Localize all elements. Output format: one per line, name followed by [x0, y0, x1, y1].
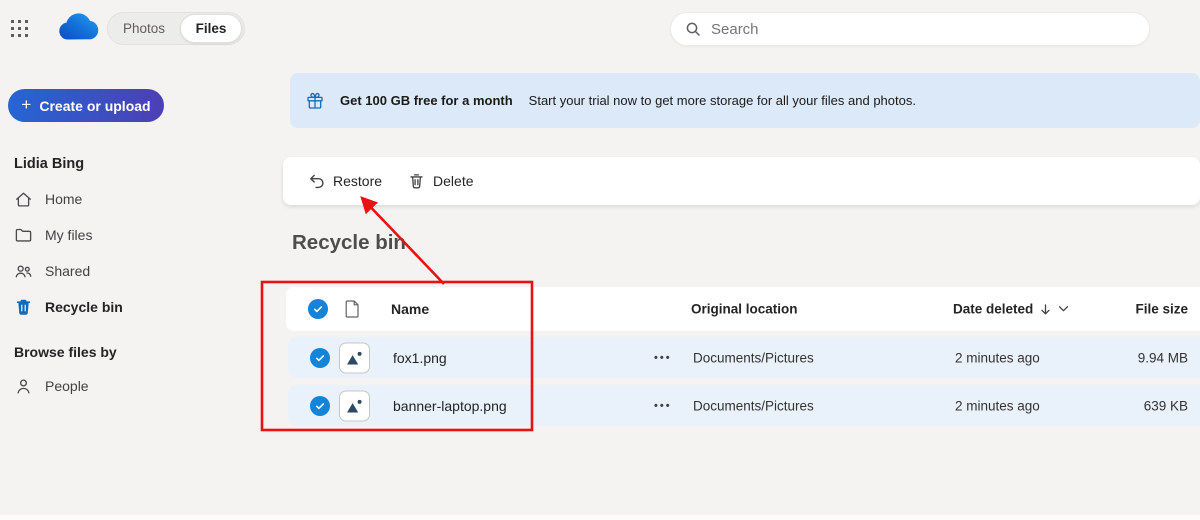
page-title: Recycle bin: [292, 231, 406, 254]
storage-promo-banner[interactable]: Get 100 GB free for a month Start your t…: [290, 73, 1200, 128]
original-location: Documents/Pictures: [693, 350, 814, 365]
delete-button[interactable]: Delete: [398, 166, 483, 196]
row-checkbox[interactable]: [310, 395, 330, 416]
search-bar[interactable]: [670, 12, 1150, 46]
select-all-checkbox[interactable]: [308, 299, 328, 319]
more-options-button[interactable]: •••: [654, 352, 672, 364]
sort-descending-icon: [1041, 303, 1050, 314]
date-deleted: 2 minutes ago: [955, 350, 1040, 365]
file-name[interactable]: banner-laptop.png: [393, 398, 507, 414]
folder-icon: [15, 228, 32, 242]
trash-icon: [410, 174, 423, 189]
restore-button[interactable]: Restore: [297, 166, 392, 196]
sidebar-item-shared[interactable]: Shared: [8, 257, 238, 285]
toggle-photos[interactable]: Photos: [108, 21, 180, 36]
sidebar-item-home[interactable]: Home: [8, 185, 238, 213]
column-header-file-size[interactable]: File size: [1135, 302, 1188, 317]
onedrive-logo-icon[interactable]: [56, 12, 100, 49]
file-type-column-icon[interactable]: [345, 300, 360, 319]
sidebar-item-recycle-bin[interactable]: Recycle bin: [8, 293, 238, 321]
search-input[interactable]: [711, 20, 1135, 38]
app-launcher-icon[interactable]: [11, 20, 31, 40]
table-header-row: Name Original location Date deleted File…: [286, 287, 1200, 331]
image-file-icon: [339, 342, 370, 373]
banner-subtitle: Start your trial now to get more storage…: [528, 93, 916, 108]
restore-icon: [310, 174, 324, 189]
file-size: 9.94 MB: [1137, 350, 1188, 365]
table-row-banner-laptop[interactable]: banner-laptop.png ••• Documents/Pictures…: [288, 385, 1200, 426]
toggle-files[interactable]: Files: [180, 14, 242, 43]
banner-title: Get 100 GB free for a month: [340, 93, 513, 108]
row-checkbox[interactable]: [310, 347, 330, 368]
window-bottom-edge: [0, 515, 1200, 520]
checkmark-icon: [313, 306, 323, 313]
checkmark-icon: [315, 354, 325, 361]
table-row-fox1[interactable]: fox1.png ••• Documents/Pictures 2 minute…: [288, 337, 1200, 378]
recycle-bin-icon: [16, 299, 31, 315]
user-name-label: Lidia Bing: [14, 156, 85, 172]
more-options-button[interactable]: •••: [654, 400, 672, 412]
plus-icon: +: [21, 95, 32, 114]
create-or-upload-button[interactable]: + Create or upload: [8, 89, 164, 122]
file-size: 639 KB: [1143, 398, 1188, 413]
person-icon: [17, 378, 30, 394]
people-icon: [15, 265, 32, 277]
gift-icon: [307, 92, 323, 109]
original-location: Documents/Pictures: [693, 398, 814, 413]
browse-files-by-header: Browse files by: [14, 344, 117, 360]
image-file-icon: [339, 390, 370, 421]
chevron-down-icon[interactable]: [1058, 306, 1069, 313]
column-header-name[interactable]: Name: [391, 301, 429, 317]
column-header-date-deleted[interactable]: Date deleted: [953, 302, 1069, 317]
photos-files-toggle: Photos Files: [107, 12, 245, 45]
column-header-original-location[interactable]: Original location: [691, 302, 798, 317]
file-name[interactable]: fox1.png: [393, 350, 447, 366]
date-deleted: 2 minutes ago: [955, 398, 1040, 413]
checkmark-icon: [315, 402, 325, 409]
command-bar: Restore Delete: [283, 157, 1200, 205]
sidebar-item-people[interactable]: People: [8, 372, 238, 400]
home-icon: [15, 192, 32, 207]
search-icon: [686, 22, 700, 36]
sidebar-item-my-files[interactable]: My files: [8, 221, 238, 249]
